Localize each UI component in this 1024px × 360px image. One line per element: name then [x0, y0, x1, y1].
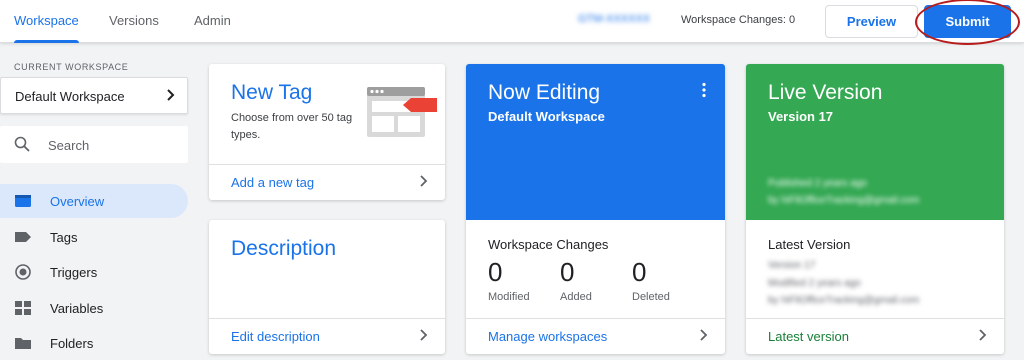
latest-version-link[interactable]: Latest version: [768, 329, 849, 344]
now-editing-footer[interactable]: Manage workspaces: [466, 318, 725, 354]
submit-button[interactable]: Submit: [924, 5, 1011, 38]
edit-description-link[interactable]: Edit description: [231, 329, 320, 344]
chevron-right-icon: [419, 174, 429, 192]
stat-deleted: 0 Deleted: [632, 257, 702, 303]
stat-added: 0 Added: [560, 257, 630, 303]
workspace-selector[interactable]: Default Workspace: [0, 77, 188, 114]
active-tab-indicator: [14, 40, 79, 43]
search-input[interactable]: [48, 135, 178, 155]
overview-icon: [15, 195, 31, 207]
stat-label: Modified: [488, 291, 530, 303]
live-version-number: Version 17: [768, 109, 834, 124]
workspace-changes-count: Workspace Changes: 0: [681, 14, 796, 26]
folder-icon: [15, 338, 31, 349]
sidebar-item-label: Folders: [50, 336, 94, 351]
stat-value: 0: [488, 257, 503, 287]
tag-illustration-icon: [367, 87, 437, 137]
now-editing-card: Now Editing Default Workspace Workspace …: [466, 64, 725, 354]
trigger-icon: [15, 264, 31, 280]
live-version-author: by hiFliOfficeTracking@gmail.com: [768, 195, 920, 206]
chevron-right-icon: [978, 328, 988, 346]
description-card[interactable]: Description Edit description: [209, 220, 445, 354]
stat-value: 0: [560, 257, 575, 287]
tag-icon: [15, 232, 31, 242]
now-editing-workspace: Default Workspace: [488, 109, 605, 124]
new-tag-description: Choose from over 50 tag types.: [231, 112, 353, 141]
sidebar-item-variables[interactable]: Variables: [0, 291, 188, 325]
sidebar-item-label: Variables: [50, 301, 104, 316]
stat-modified: 0 Modified: [488, 257, 558, 303]
tab-admin[interactable]: Admin: [194, 0, 231, 43]
latest-version-title: Latest Version: [768, 237, 851, 252]
live-version-title: Live Version: [768, 81, 883, 104]
sidebar-item-tags[interactable]: Tags: [0, 220, 188, 254]
sidebar-item-label: Triggers: [50, 265, 98, 280]
tab-versions[interactable]: Versions: [109, 0, 159, 43]
sidebar-item-overview[interactable]: Overview: [0, 184, 188, 218]
container-id[interactable]: GTM-XXXXXX: [578, 13, 650, 25]
live-version-footer[interactable]: Latest version: [746, 318, 1004, 354]
description-footer[interactable]: Edit description: [209, 318, 445, 354]
latest-version-author: by hiFliOfficeTracking@gmail.com: [768, 295, 920, 306]
new-tag-footer[interactable]: Add a new tag: [209, 164, 445, 200]
sidebar-item-label: Tags: [50, 230, 78, 245]
workspace-name: Default Workspace: [15, 89, 125, 104]
top-bar: Workspace Versions Admin GTM-XXXXXX Work…: [0, 0, 1024, 45]
tab-workspace-label: Workspace: [14, 13, 79, 28]
new-tag-card[interactable]: New Tag Choose from over 50 tag types. A…: [209, 64, 445, 200]
now-editing-title: Now Editing: [488, 81, 601, 104]
variable-icon: [15, 301, 31, 315]
live-version-card: Live Version Version 17 Published 2 year…: [746, 64, 1004, 354]
stat-label: Added: [560, 291, 592, 303]
workspace-changes-title: Workspace Changes: [488, 237, 609, 252]
chevron-right-icon: [419, 328, 429, 346]
now-editing-header: Now Editing Default Workspace: [466, 64, 725, 220]
sidebar-item-triggers[interactable]: Triggers: [0, 255, 188, 289]
chevron-right-icon: [699, 328, 709, 346]
more-options-icon[interactable]: [701, 82, 707, 98]
sidebar-item-label: Overview: [50, 194, 105, 209]
tab-workspace[interactable]: Workspace: [14, 0, 79, 43]
stat-label: Deleted: [632, 291, 670, 303]
new-tag-title[interactable]: New Tag: [231, 81, 312, 105]
sidebar-item-folders[interactable]: Folders: [0, 326, 188, 360]
manage-workspaces-link[interactable]: Manage workspaces: [488, 329, 607, 344]
description-title: Description: [231, 237, 337, 260]
search-icon: [14, 136, 30, 152]
current-workspace-label: CURRENT WORKSPACE: [14, 62, 129, 72]
live-version-published-info: Published 2 years ago: [768, 178, 867, 189]
sidebar-search[interactable]: [0, 126, 188, 163]
latest-version-modified: Modified 2 years ago: [768, 278, 861, 289]
preview-button[interactable]: Preview: [825, 5, 918, 38]
live-version-header: Live Version Version 17 Published 2 year…: [746, 64, 1004, 220]
chevron-right-icon: [165, 88, 177, 105]
latest-version-number: Version 17: [768, 260, 816, 271]
stat-value: 0: [632, 257, 647, 287]
add-new-tag-link[interactable]: Add a new tag: [231, 175, 314, 190]
tab-versions-label: Versions: [109, 13, 159, 28]
tab-admin-label: Admin: [194, 13, 231, 28]
